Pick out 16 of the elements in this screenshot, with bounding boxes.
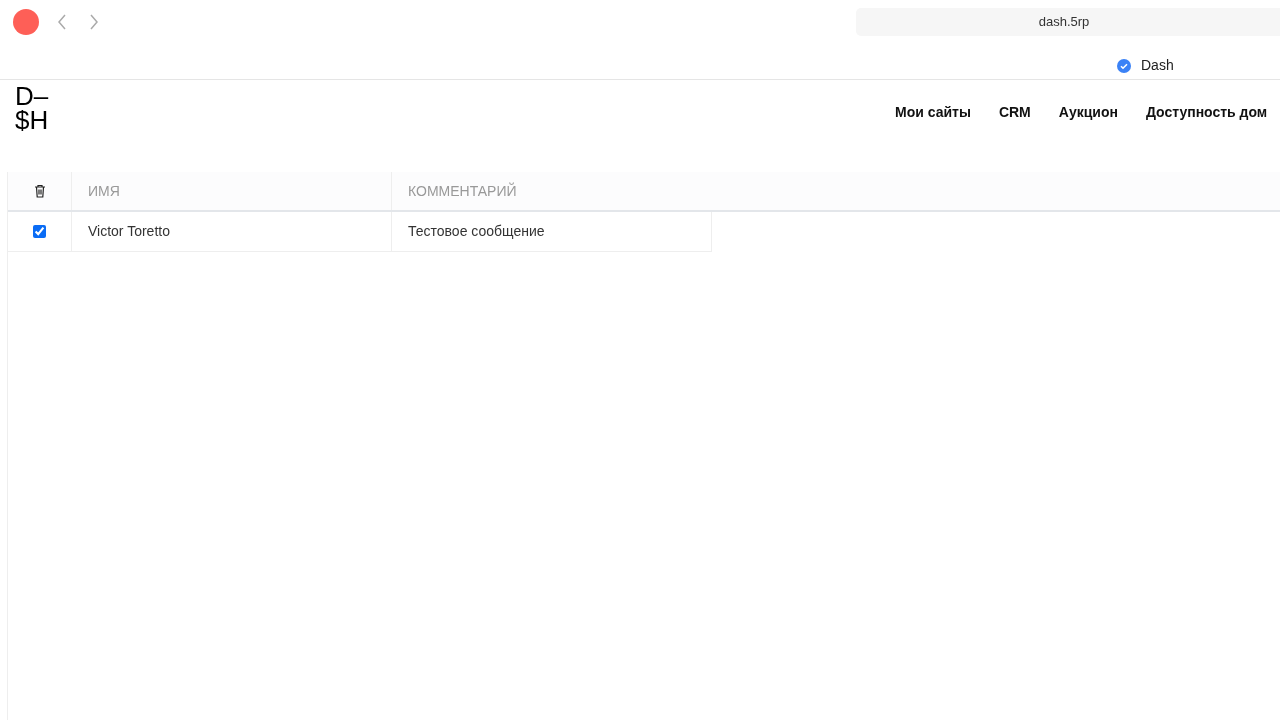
nav-link[interactable]: Мои сайты <box>895 102 971 123</box>
row-checkbox[interactable] <box>33 225 46 238</box>
profile-name: Dash <box>1141 56 1174 75</box>
address-bar[interactable]: dash.5rp <box>856 8 1280 36</box>
close-button[interactable] <box>13 9 39 35</box>
column-header: КОММЕНТАРИЙ <box>407 181 518 201</box>
nav-link[interactable]: CRM <box>998 102 1031 123</box>
back-icon[interactable] <box>57 14 67 30</box>
logo: D– $H <box>15 84 49 132</box>
forward-icon[interactable] <box>89 14 99 30</box>
nav-link[interactable]: Доступность дом <box>1145 102 1268 123</box>
column-header: ИМЯ <box>72 172 392 210</box>
trash-icon[interactable] <box>33 184 46 198</box>
table-cell-text: Тестовое сообщение <box>407 222 546 241</box>
nav-link[interactable]: Аукцион <box>1058 102 1118 123</box>
table-cell: Victor Toretto <box>72 212 392 251</box>
